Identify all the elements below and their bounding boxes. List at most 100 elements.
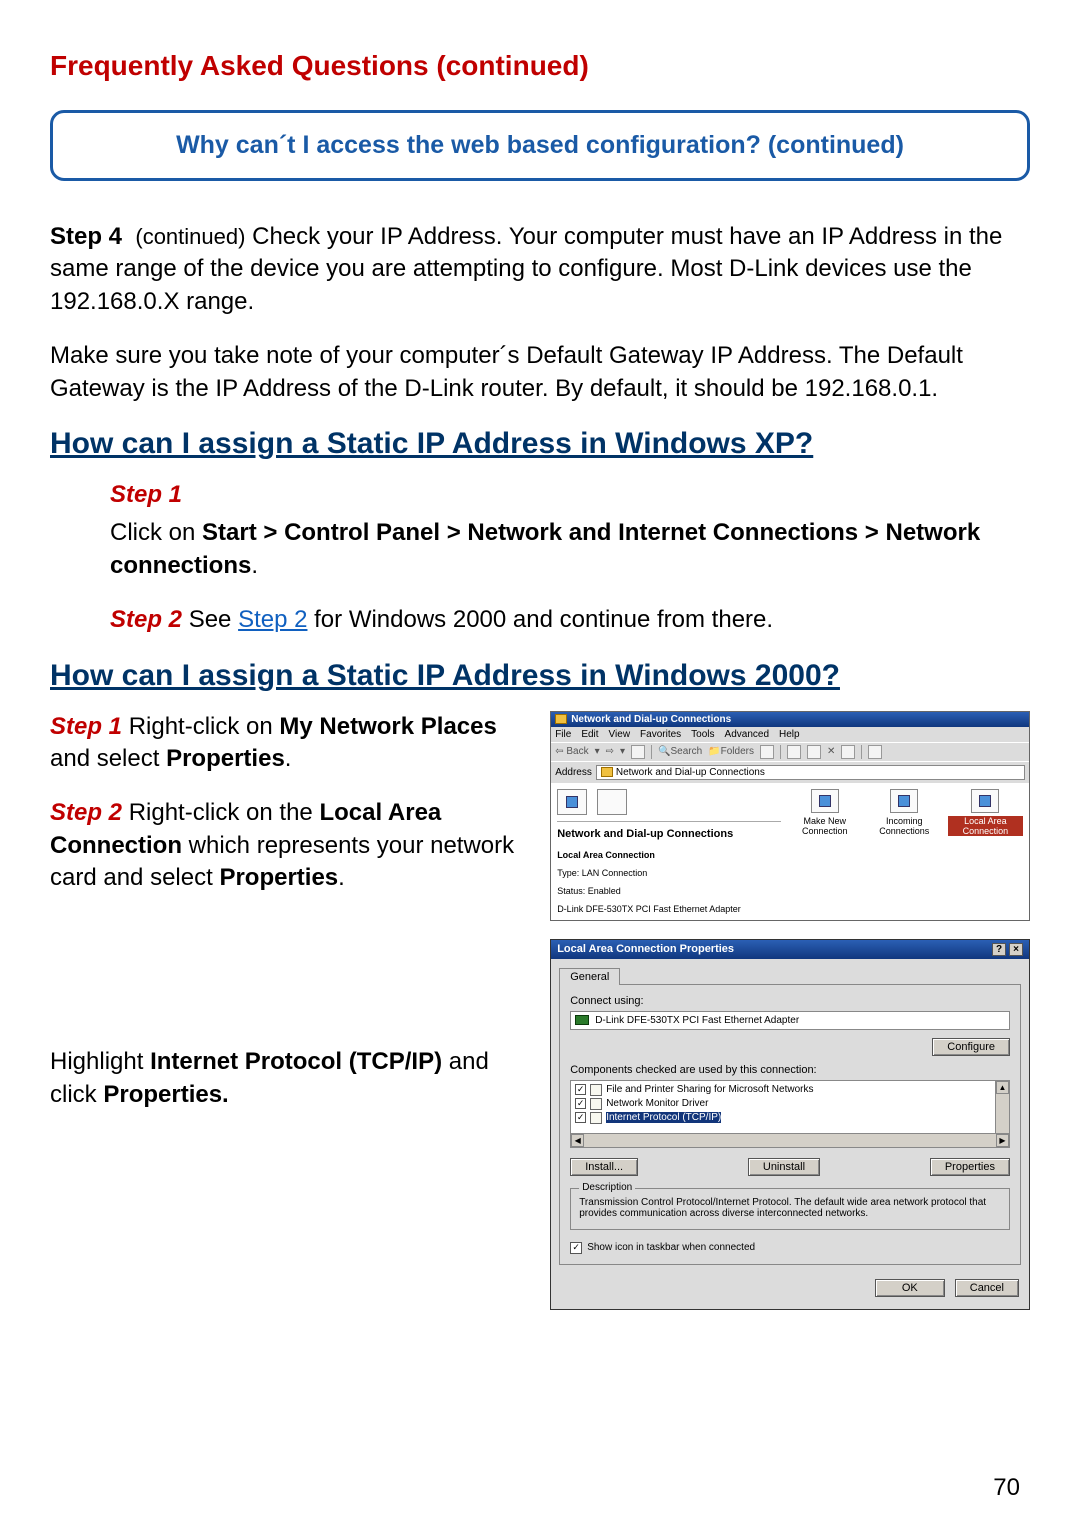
- checkbox-icon[interactable]: [575, 1084, 586, 1095]
- uninstall-button[interactable]: Uninstall: [748, 1158, 820, 1176]
- toolbar-folders[interactable]: 📁Folders: [708, 746, 754, 757]
- checkbox-icon[interactable]: [570, 1242, 582, 1254]
- w2k-s1d: Properties: [166, 745, 285, 772]
- cancel-button[interactable]: Cancel: [955, 1279, 1019, 1297]
- xp-step2-post: for Windows 2000 and continue from there…: [307, 606, 773, 633]
- header-icon-2: [597, 789, 627, 815]
- w2k-s1e: .: [285, 745, 292, 772]
- move-icon[interactable]: [787, 745, 801, 759]
- components-listbox[interactable]: File and Printer Sharing for Microsoft N…: [570, 1080, 1010, 1148]
- menu-edit[interactable]: Edit: [581, 729, 598, 740]
- description-text: Transmission Control Protocol/Internet P…: [579, 1197, 986, 1219]
- w2k-s3a: Highlight: [50, 1048, 150, 1075]
- component-item[interactable]: Network Monitor Driver: [573, 1097, 1007, 1111]
- adapter-box: D-Link DFE-530TX PCI Fast Ethernet Adapt…: [570, 1011, 1010, 1030]
- lac-device: D-Link DFE-530TX PCI Fast Ethernet Adapt…: [557, 904, 781, 914]
- w2k-s2e: .: [338, 864, 345, 891]
- component-label: File and Printer Sharing for Microsoft N…: [606, 1084, 813, 1095]
- xp-step1-label: Step 1: [110, 481, 182, 508]
- address-bar: Address Network and Dial-up Connections: [551, 761, 1029, 783]
- window-titlebar: Network and Dial-up Connections: [551, 712, 1029, 727]
- w2k-s3d: Properties.: [103, 1081, 228, 1108]
- scrollbar-horizontal[interactable]: ◀▶: [571, 1133, 1009, 1147]
- icon-label: Incoming Connections: [869, 816, 940, 836]
- tab-general[interactable]: General: [559, 968, 620, 985]
- header-icon: [557, 789, 587, 815]
- address-value: Network and Dial-up Connections: [616, 767, 765, 778]
- xp-step2-link[interactable]: Step 2: [238, 606, 307, 633]
- close-icon[interactable]: ×: [1009, 943, 1023, 956]
- lac-status: Status: Enabled: [557, 886, 781, 896]
- icon-label: Make New Connection: [789, 816, 861, 836]
- checkbox-icon[interactable]: [575, 1098, 586, 1109]
- w2k-s1b: My Network Places: [279, 713, 496, 740]
- w2k-step1: Step 1 Right-click on My Network Places …: [50, 711, 530, 776]
- checkbox-icon[interactable]: [575, 1112, 586, 1123]
- screenshot-network-connections: Network and Dial-up Connections File Edi…: [550, 711, 1030, 921]
- folder-icon: [555, 714, 567, 724]
- dialog-title-text: Local Area Connection Properties: [557, 943, 734, 955]
- xp-heading: How can I assign a Static IP Address in …: [50, 427, 1030, 461]
- history-icon[interactable]: [760, 745, 774, 759]
- xp-step1-pre: Click on: [110, 519, 202, 546]
- lac-type: Type: LAN Connection: [557, 868, 781, 878]
- configure-button[interactable]: Configure: [932, 1038, 1010, 1056]
- page-title: Frequently Asked Questions (continued): [50, 50, 1030, 82]
- xp-step1: Step 1: [110, 479, 1030, 511]
- up-icon[interactable]: [631, 745, 645, 759]
- menu-tools[interactable]: Tools: [691, 729, 714, 740]
- dialog-titlebar: Local Area Connection Properties ? ×: [551, 940, 1029, 959]
- delete-icon[interactable]: ✕: [827, 746, 835, 757]
- page-number: 70: [993, 1474, 1020, 1502]
- w2k-s1c: and select: [50, 745, 166, 772]
- xp-step2-label: Step 2: [110, 606, 182, 633]
- address-label: Address: [555, 767, 592, 778]
- show-icon-label: Show icon in taskbar when connected: [587, 1242, 755, 1253]
- help-icon[interactable]: ?: [992, 943, 1006, 956]
- protocol-icon: [590, 1084, 602, 1096]
- back-label[interactable]: ⇦ Back: [555, 746, 588, 757]
- protocol-icon: [590, 1098, 602, 1110]
- step4-para-b: Make sure you take note of your computer…: [50, 340, 1030, 405]
- ok-button[interactable]: OK: [875, 1279, 945, 1297]
- screenshot-lac-properties: Local Area Connection Properties ? × Gen…: [550, 939, 1030, 1310]
- menu-favorites[interactable]: Favorites: [640, 729, 681, 740]
- toolbar-search[interactable]: 🔍Search: [658, 746, 702, 757]
- icon-incoming-connections[interactable]: Incoming Connections: [869, 789, 940, 914]
- show-icon-checkbox-row[interactable]: Show icon in taskbar when connected: [570, 1242, 1010, 1254]
- xp-step1-post: .: [251, 552, 258, 579]
- component-label: Network Monitor Driver: [606, 1098, 708, 1109]
- toolbar: ⇦ Back ▾⇨▾ 🔍Search 📁Folders ✕: [551, 742, 1029, 761]
- menu-help[interactable]: Help: [779, 729, 800, 740]
- icon-local-area-connection[interactable]: Local Area Connection: [948, 789, 1023, 914]
- address-input[interactable]: Network and Dial-up Connections: [596, 765, 1025, 780]
- icon-label-selected: Local Area Connection: [948, 816, 1023, 836]
- w2k-s2a: Right-click on the: [122, 799, 319, 826]
- w2k-step2: Step 2 Right-click on the Local Area Con…: [50, 797, 530, 894]
- xp-step2: Step 2 See Step 2 for Windows 2000 and c…: [110, 604, 1030, 636]
- step4-label: Step 4: [50, 223, 122, 250]
- copy-icon[interactable]: [807, 745, 821, 759]
- step4-para-a: Step 4 (continued) Check your IP Address…: [50, 221, 1030, 318]
- menu-advanced[interactable]: Advanced: [725, 729, 769, 740]
- window-body: Network and Dial-up Connections Local Ar…: [551, 783, 1029, 920]
- menu-bar[interactable]: File Edit View Favorites Tools Advanced …: [551, 727, 1029, 742]
- icon-make-new-connection[interactable]: Make New Connection: [789, 789, 861, 914]
- component-item[interactable]: Internet Protocol (TCP/IP): [573, 1111, 1007, 1125]
- callout-text: Why can´t I access the web based configu…: [69, 131, 1011, 160]
- component-label-selected: Internet Protocol (TCP/IP): [606, 1112, 721, 1123]
- xp-step1-bold: Start > Control Panel > Network and Inte…: [110, 519, 980, 578]
- properties-button[interactable]: Properties: [930, 1158, 1010, 1176]
- install-button[interactable]: Install...: [570, 1158, 638, 1176]
- scrollbar-vertical[interactable]: ▲: [995, 1081, 1009, 1133]
- component-item[interactable]: File and Printer Sharing for Microsoft N…: [573, 1083, 1007, 1097]
- menu-view[interactable]: View: [609, 729, 631, 740]
- menu-file[interactable]: File: [555, 729, 571, 740]
- w2k-s1a: Right-click on: [122, 713, 279, 740]
- w2k-step1-label: Step 1: [50, 713, 122, 740]
- undo-icon[interactable]: [841, 745, 855, 759]
- views-icon[interactable]: [868, 745, 882, 759]
- protocol-icon: [590, 1112, 602, 1124]
- w2k-s3b: Internet Protocol (TCP/IP): [150, 1048, 442, 1075]
- xp-step1-body: Click on Start > Control Panel > Network…: [110, 517, 1030, 582]
